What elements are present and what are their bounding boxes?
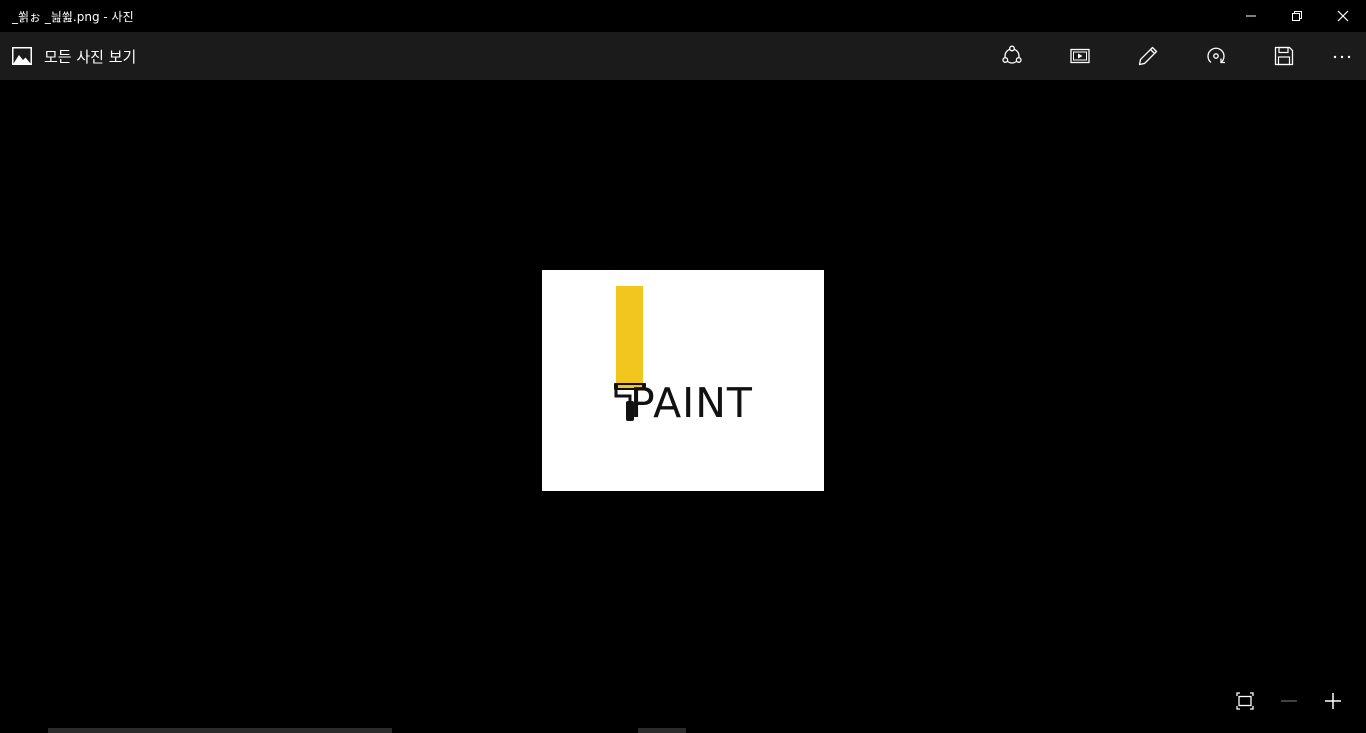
photo-gallery-icon[interactable] (12, 47, 32, 65)
minimize-icon (1246, 15, 1256, 17)
displayed-photo: PAINT (542, 270, 824, 491)
save-icon (1274, 46, 1294, 66)
filmstrip-scrollbar[interactable] (48, 728, 392, 733)
zoom-out-button[interactable] (1276, 688, 1302, 714)
all-photos-link[interactable]: 모든 사진 보기 (44, 46, 136, 67)
minimize-button[interactable] (1228, 0, 1274, 32)
edit-button[interactable] (1128, 36, 1168, 76)
close-icon (1337, 10, 1349, 22)
title-bar: _쐵ぉ _늺쓆.png - 사진 (0, 0, 1366, 32)
rotate-icon (1207, 47, 1225, 64)
fit-to-window-button[interactable] (1232, 688, 1258, 714)
zoom-out-icon (1281, 700, 1297, 702)
edit-pencil-icon (1138, 46, 1158, 66)
paint-logo-text: PAINT (630, 379, 753, 427)
slideshow-button[interactable] (1060, 36, 1100, 76)
more-button[interactable] (1322, 36, 1362, 76)
save-button[interactable] (1264, 36, 1304, 76)
share-icon (1002, 45, 1022, 64)
rotate-button[interactable] (1196, 36, 1236, 76)
restore-button[interactable] (1274, 0, 1320, 32)
paint-roller-bar (616, 286, 643, 385)
zoom-in-icon (1325, 693, 1341, 709)
close-button[interactable] (1320, 0, 1366, 32)
filmstrip-scroll-thumb[interactable] (638, 728, 686, 733)
zoom-in-button[interactable] (1320, 688, 1346, 714)
fit-to-window-icon (1236, 692, 1254, 710)
restore-icon (1292, 11, 1302, 21)
share-button[interactable] (992, 36, 1032, 76)
window-title: _쐵ぉ _늺쓆.png - 사진 (12, 10, 134, 24)
more-icon (1333, 55, 1351, 59)
app-toolbar: 모든 사진 보기 (0, 32, 1366, 80)
slideshow-icon (1070, 48, 1090, 64)
